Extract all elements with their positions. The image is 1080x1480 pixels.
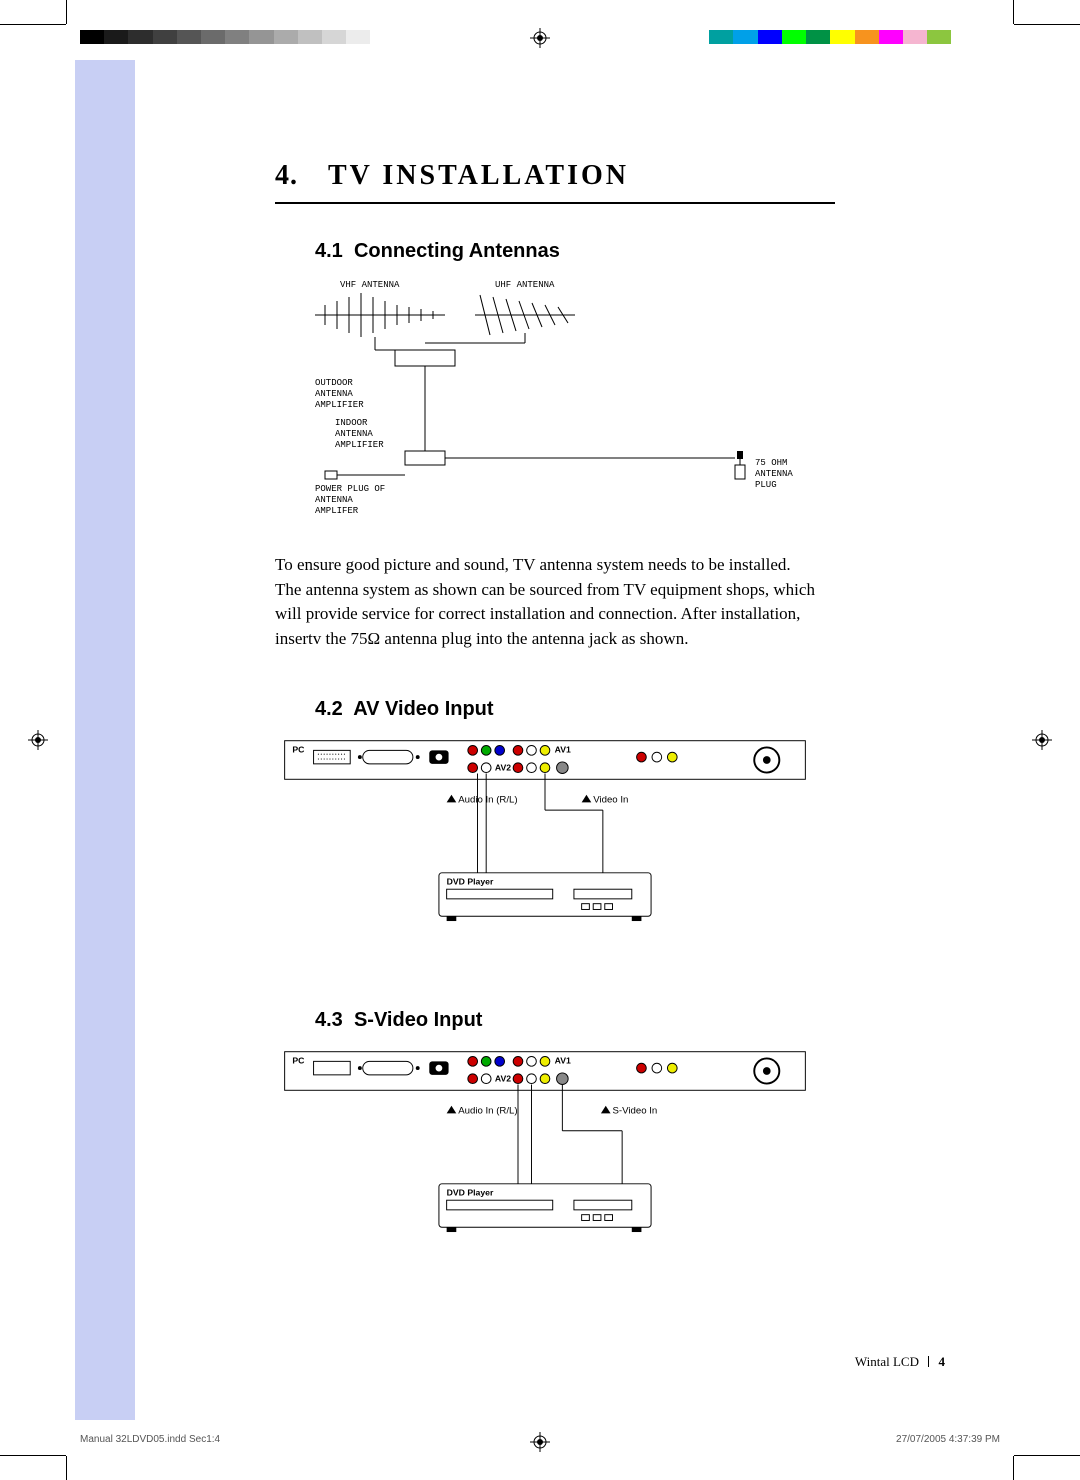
footer-brand: Wintal LCD xyxy=(855,1354,919,1369)
av1-label: AV1 xyxy=(555,1055,571,1065)
av-input-diagram: PC AV1 AV2 xyxy=(275,733,815,945)
audio-in-label: Audio In (R/L) xyxy=(458,794,517,805)
section-title: S-Video Input xyxy=(354,1009,483,1031)
antenna-paragraph: To ensure good picture and sound, TV ant… xyxy=(275,553,815,652)
dvd-label: DVD Player xyxy=(447,1187,494,1197)
chapter-number: 4. xyxy=(275,160,298,192)
dvd-label: DVD Player xyxy=(447,876,494,886)
registration-mark-icon xyxy=(530,28,550,48)
vhf-label: VHF ANTENNA xyxy=(340,280,400,290)
registration-mark-icon xyxy=(28,730,48,750)
divider xyxy=(275,202,835,204)
section-title: Connecting Antennas xyxy=(354,240,560,262)
section-number: 4.1 xyxy=(315,240,343,262)
section-number: 4.2 xyxy=(315,698,343,720)
margin-stripe xyxy=(75,60,135,1420)
footer-page-number: 4 xyxy=(939,1354,946,1369)
audio-in-label: Audio In (R/L) xyxy=(458,1105,517,1116)
uhf-label: UHF ANTENNA xyxy=(495,280,555,290)
av2-label: AV2 xyxy=(495,762,511,772)
outdoor-amp-label: OUTDOORANTENNAAMPLIFIER xyxy=(315,378,364,410)
svideo-input-diagram: PC AV1 AV2 xyxy=(275,1044,815,1256)
power-plug-label: POWER PLUG OFANTENNAAMPLIFER xyxy=(315,484,385,516)
svideo-in-label: S-Video In xyxy=(612,1105,657,1116)
indoor-amp-label: INDOORANTENNAAMPLIFIER xyxy=(335,418,384,450)
pc-label: PC xyxy=(292,744,305,754)
plug-label: 75 OHMANTENNAPLUG xyxy=(755,458,793,490)
av1-label: AV1 xyxy=(555,744,571,754)
slug-timestamp: 27/07/2005 4:37:39 PM xyxy=(896,1434,1000,1445)
section-title: AV Video Input xyxy=(353,698,493,720)
av2-label: AV2 xyxy=(495,1073,511,1083)
pc-label: PC xyxy=(292,1055,305,1065)
antenna-diagram: VHF ANTENNA UHF ANTENNA OUTDOO xyxy=(275,275,815,535)
registration-mark-icon xyxy=(1032,730,1052,750)
slug-file: Manual 32LDVD05.indd Sec1:4 xyxy=(80,1434,220,1445)
page-footer: Wintal LCD 4 xyxy=(855,1354,945,1370)
chapter-title: TV INSTALLATION xyxy=(328,160,629,192)
video-in-label: Video In xyxy=(593,794,628,805)
section-number: 4.3 xyxy=(315,1009,343,1031)
